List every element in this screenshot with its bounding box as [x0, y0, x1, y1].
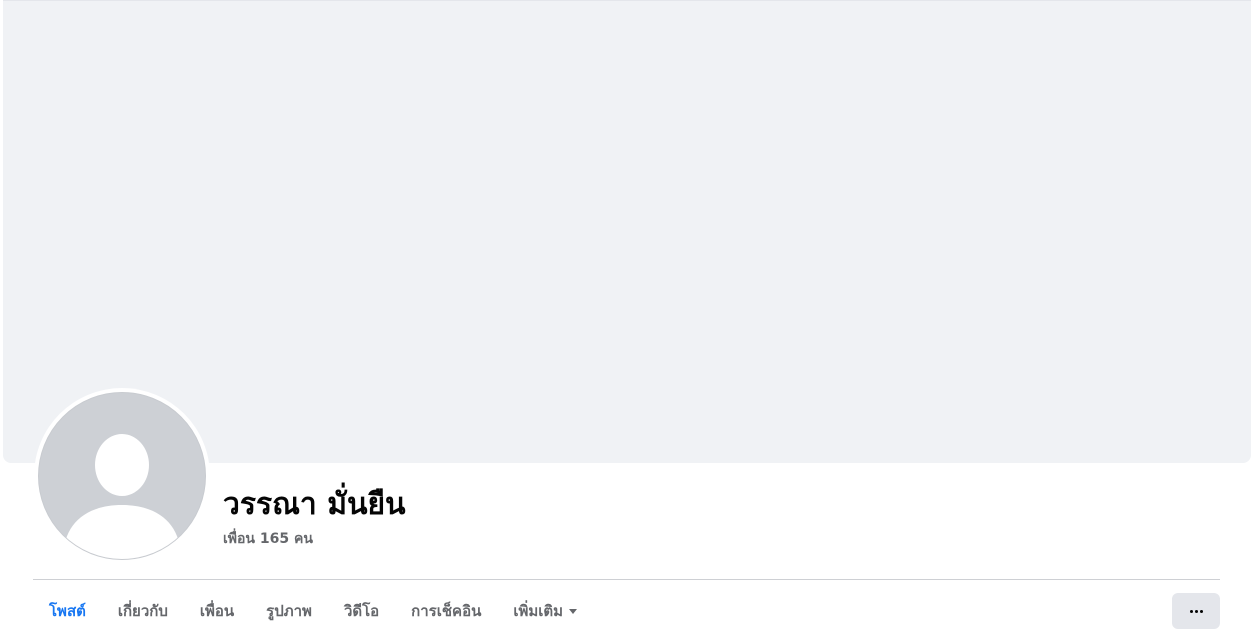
- tab-checkins[interactable]: การเช็คอิน: [395, 592, 497, 630]
- tab-label: วิดีโอ: [343, 602, 380, 620]
- more-options-button[interactable]: [1172, 593, 1220, 629]
- cover-photo[interactable]: [3, 0, 1251, 463]
- more-dots-icon: [1189, 609, 1203, 613]
- tab-photos[interactable]: รูปภาพ: [250, 592, 328, 630]
- tab-label: เพื่อน: [199, 602, 235, 620]
- caret-down-icon: [569, 608, 578, 614]
- profile-name: วรรณา มั่นยืน: [223, 487, 406, 522]
- dot: [1194, 609, 1198, 613]
- profile-picture[interactable]: [38, 392, 206, 560]
- profile-tabs: โพสต์ เกี่ยวกับ เพื่อน รูปภาพ วิดีโอ การ…: [33, 592, 593, 630]
- friends-count[interactable]: เพื่อน 165 คน: [223, 530, 406, 548]
- tab-posts[interactable]: โพสต์: [33, 592, 102, 630]
- dot: [1189, 609, 1193, 613]
- tab-about[interactable]: เกี่ยวกับ: [102, 592, 184, 630]
- tab-label: เพิ่มเติม: [513, 602, 564, 620]
- default-avatar-icon: [63, 434, 181, 559]
- profile-picture-frame: [34, 388, 210, 564]
- profile-page: วรรณา มั่นยืน เพื่อน 165 คน โพสต์ เกี่ยว…: [0, 0, 1254, 635]
- tab-friends[interactable]: เพื่อน: [184, 592, 250, 630]
- tab-videos[interactable]: วิดีโอ: [328, 592, 395, 630]
- profile-identity: วรรณา มั่นยืน เพื่อน 165 คน: [223, 482, 406, 548]
- tab-label: เกี่ยวกับ: [117, 602, 168, 620]
- tab-label: โพสต์: [49, 602, 86, 620]
- tab-more[interactable]: เพิ่มเติม: [497, 592, 593, 630]
- tab-label: การเช็คอิน: [411, 602, 482, 620]
- tabs-divider: [33, 579, 1220, 580]
- dot: [1199, 609, 1203, 613]
- tab-label: รูปภาพ: [266, 602, 312, 620]
